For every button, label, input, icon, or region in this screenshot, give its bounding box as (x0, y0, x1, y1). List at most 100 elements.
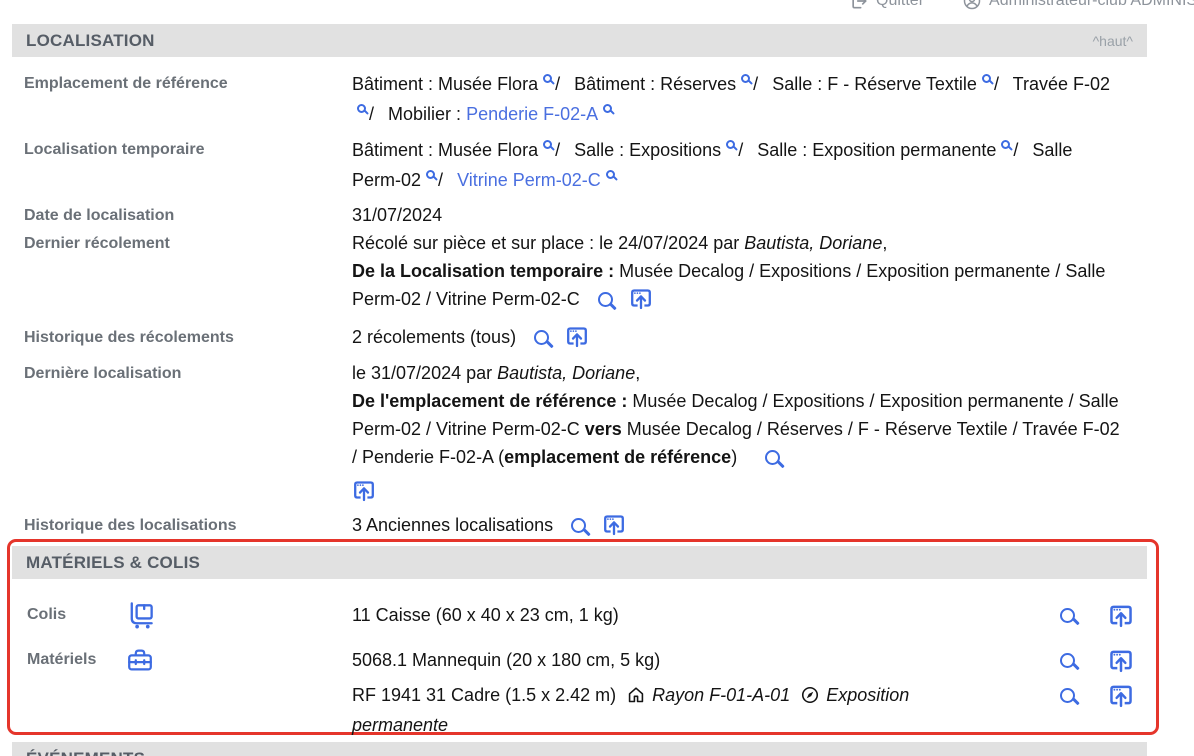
separator: / (738, 140, 743, 160)
location-link[interactable]: Penderie F-02-A (466, 104, 598, 124)
location-link[interactable]: Vitrine Perm-02-C (457, 170, 601, 190)
logout-icon (849, 0, 869, 11)
open-window-icon[interactable] (565, 324, 589, 348)
separator: / (1013, 140, 1018, 160)
open-window-icon[interactable] (629, 286, 653, 310)
location-segment: Salle : Expositions (574, 140, 721, 160)
recolement-text: , (882, 233, 887, 253)
field-label: Historique des localisations (12, 511, 352, 539)
colis-row: Colis 11 Caisse (60 x 40 x 23 cm, 1 kg) (10, 594, 1156, 636)
section-title: ÉVÉNEMENTS (26, 749, 145, 756)
field-label: Date de localisation (12, 201, 352, 229)
materiels-colis-header-bar: MATÉRIELS & COLIS (12, 546, 1147, 579)
evenements-section: ÉVÉNEMENTS (12, 742, 1147, 756)
search-icon[interactable] (571, 518, 586, 533)
localisation-section: LOCALISATION ^haut^ Emplacement de référ… (12, 24, 1147, 545)
open-window-icon[interactable] (1108, 647, 1134, 673)
field-label: Dernière localisation (12, 359, 352, 505)
field-label: Localisation temporaire (12, 135, 352, 195)
section-title: LOCALISATION (26, 31, 155, 51)
search-icon[interactable] (1060, 653, 1075, 668)
materiel-actions (1060, 682, 1156, 708)
field-value: 31/07/2024 (352, 201, 1122, 229)
separator: / (438, 170, 443, 190)
materiels-colis-rows: Colis 11 Caisse (60 x 40 x 23 cm, 1 kg) … (10, 579, 1156, 738)
quit-label: Quitter (876, 0, 924, 10)
search-icon[interactable] (534, 330, 549, 345)
localisation-header-bar: LOCALISATION ^haut^ (12, 24, 1147, 57)
field-label: Historique des récolements (12, 323, 352, 351)
field-value: Récolé sur pièce et sur place : le 24/07… (352, 229, 1122, 313)
vers-label: vers (585, 419, 622, 439)
open-window-icon[interactable] (1108, 682, 1134, 708)
separator: / (753, 74, 758, 94)
location-segment: Bâtiment : Réserves (574, 74, 736, 94)
search-icon[interactable] (543, 74, 552, 83)
localisation-text: ) (731, 447, 737, 467)
materiel-location: Rayon F-01-A-01 (652, 685, 790, 705)
localisation-source-label: De l'emplacement de référence : (352, 391, 627, 411)
separator: / (369, 104, 374, 124)
search-icon[interactable] (1001, 140, 1010, 149)
field-row-historique-recolements: Historique des récolements 2 récolements… (12, 323, 1147, 351)
search-icon[interactable] (426, 170, 435, 179)
separator: / (555, 140, 560, 160)
package-trolley-icon (125, 600, 156, 631)
field-row-historique-localisations: Historique des localisations 3 Anciennes… (12, 511, 1147, 539)
location-segment: Travée F-02 (1013, 74, 1110, 94)
location-segment: Mobilier : (388, 104, 466, 124)
field-row-dernier-recolement: Dernier récolement Récolé sur pièce et s… (12, 229, 1147, 313)
field-label: Emplacement de référence (12, 69, 352, 129)
field-row-localisation-temporaire: Localisation temporaire Bâtiment : Musée… (12, 135, 1147, 195)
materiels-label: Matériels (27, 651, 125, 669)
person-name: Bautista, Doriane (497, 363, 635, 383)
emplacement-reference-label: emplacement de référence (504, 447, 731, 467)
materiel-value: 5068.1 Mannequin (20 x 180 cm, 5 kg) (352, 647, 1002, 673)
materiels-row: RF 1941 31 Cadre (1.5 x 2.42 m)Rayon F-0… (10, 682, 1156, 738)
person-name: Bautista, Doriane (744, 233, 882, 253)
open-window-icon[interactable] (352, 478, 376, 502)
search-icon[interactable] (1060, 688, 1075, 703)
open-window-icon[interactable] (1108, 602, 1134, 628)
field-value: Bâtiment : Musée Flora / Salle : Expositi… (352, 135, 1122, 195)
colis-actions (1060, 602, 1156, 628)
search-icon[interactable] (603, 104, 612, 113)
search-icon[interactable] (1060, 608, 1075, 623)
materiels-row: Matériels 5068.1 Mannequin (20 x 180 cm,… (10, 642, 1156, 678)
search-icon[interactable] (726, 140, 735, 149)
open-window-icon[interactable] (602, 512, 626, 536)
home-icon (626, 685, 646, 712)
search-icon[interactable] (606, 170, 615, 179)
user-menu[interactable]: Administrateur-club ADMINIS (962, 0, 1194, 11)
recolements-count: 2 récolements (tous) (352, 327, 516, 347)
field-value: Bâtiment : Musée Flora / Bâtiment : Réser… (352, 69, 1122, 129)
compass-icon (800, 685, 820, 712)
separator: / (555, 74, 560, 94)
field-row-date-localisation: Date de localisation 31/07/2024 (12, 201, 1147, 229)
localisation-text: , (635, 363, 640, 383)
location-segment: Salle : Exposition permanente (757, 140, 996, 160)
localisation-fields: Emplacement de référence Bâtiment : Musé… (12, 57, 1147, 539)
back-to-top-link[interactable]: ^haut^ (1093, 33, 1133, 49)
search-icon[interactable] (357, 104, 366, 113)
location-segment: Bâtiment : Musée Flora (352, 74, 538, 94)
toolbox-icon (125, 645, 155, 675)
search-icon[interactable] (982, 74, 991, 83)
search-icon[interactable] (741, 74, 750, 83)
location-segment: Bâtiment : Musée Flora (352, 140, 538, 160)
section-title: MATÉRIELS & COLIS (26, 553, 200, 573)
search-icon[interactable] (598, 292, 613, 307)
materiels-colis-section: MATÉRIELS & COLIS Colis 11 Caisse (60 x … (7, 539, 1159, 735)
materiels-labelcol: Matériels (10, 645, 352, 675)
quit-button[interactable]: Quitter (849, 0, 924, 11)
colis-label: Colis (27, 606, 125, 624)
search-icon[interactable] (765, 450, 780, 465)
field-value: 3 Anciennes localisations (352, 511, 1122, 539)
field-row-emplacement-reference: Emplacement de référence Bâtiment : Musé… (12, 69, 1147, 129)
field-value: le 31/07/2024 par Bautista, Doriane, De … (352, 359, 1122, 505)
user-label: Administrateur-club ADMINIS (989, 0, 1194, 10)
colis-labelcol: Colis (10, 600, 352, 631)
recolement-text: Récolé sur pièce et sur place : le 24/07… (352, 233, 744, 253)
evenements-header-bar: ÉVÉNEMENTS (12, 742, 1147, 756)
search-icon[interactable] (543, 140, 552, 149)
